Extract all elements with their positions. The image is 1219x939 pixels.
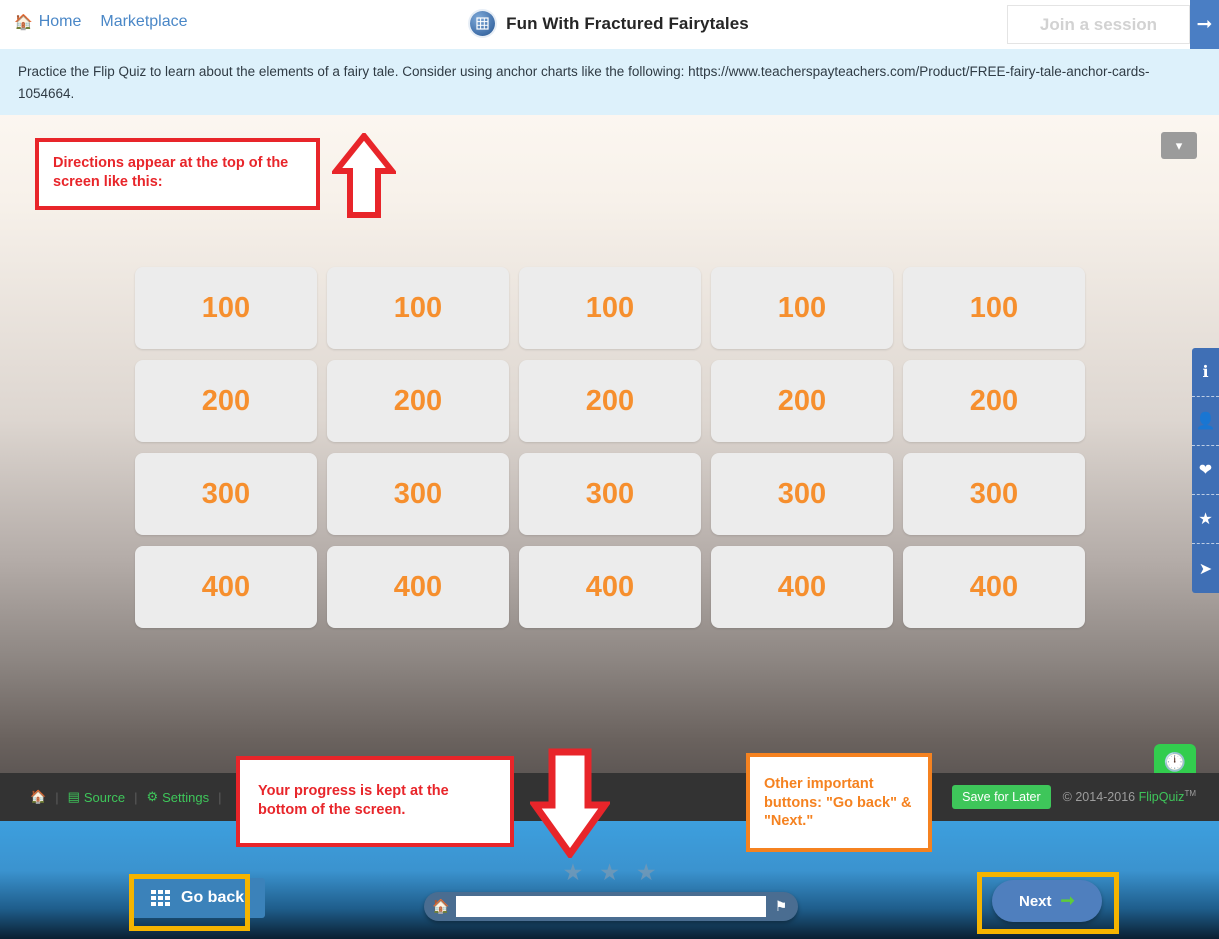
arrow-up-outline-icon: [332, 133, 396, 218]
annotation-buttons: Other important buttons: "Go back" & "Ne…: [746, 753, 932, 852]
toolbar-settings-label: Settings: [162, 789, 210, 805]
top-navbar: 🏠 Home Marketplace Fun With Fractured Fa…: [0, 0, 1219, 49]
save-for-later-button[interactable]: Save for Later: [952, 785, 1051, 809]
progress-track: [456, 896, 766, 917]
star-icon[interactable]: ★: [1192, 495, 1219, 544]
instructions-banner: Practice the Flip Quiz to learn about th…: [0, 49, 1219, 115]
quiz-tile[interactable]: 300: [135, 453, 317, 535]
list-icon: ▤: [67, 789, 80, 804]
heart-icon[interactable]: ❤: [1192, 446, 1219, 495]
share-icon[interactable]: ➤: [1192, 544, 1219, 593]
toolbar-settings-button[interactable]: ⚙ Settings: [146, 789, 209, 805]
annotation-directions: Directions appear at the top of the scre…: [35, 138, 320, 210]
star-icon: ★: [599, 859, 620, 885]
quiz-tile[interactable]: 100: [711, 267, 893, 349]
join-session-input[interactable]: Join a session: [1007, 5, 1190, 44]
quiz-tile[interactable]: 200: [135, 360, 317, 442]
quiz-tile[interactable]: 300: [903, 453, 1085, 535]
progress-bar[interactable]: 🏠 ⚑: [424, 892, 798, 921]
toolbar-separator: |: [55, 789, 59, 805]
toolbar-separator: |: [218, 789, 222, 805]
social-share-rail: ℹ 👤 ❤ ★ ➤: [1192, 348, 1219, 593]
toolbar-separator: |: [134, 789, 138, 805]
trademark-icon: TM: [1184, 789, 1196, 799]
flipquiz-screen: 🏠 Home Marketplace Fun With Fractured Fa…: [0, 0, 1219, 939]
toolbar-source-button[interactable]: ▤ Source: [68, 789, 126, 805]
toolbar-right: Save for Later © 2014-2016 FlipQuizTM: [952, 785, 1196, 809]
quiz-tile[interactable]: 200: [519, 360, 701, 442]
quiz-board: 100 100 100 100 100 200 200 200 200 200 …: [135, 267, 1085, 628]
star-icon: ★: [562, 859, 584, 885]
quiz-tile[interactable]: 100: [903, 267, 1085, 349]
copyright-brand: FlipQuiz: [1138, 790, 1185, 805]
quiz-tile[interactable]: 400: [519, 546, 701, 628]
highlight-go-back: [129, 874, 250, 931]
quiz-tile[interactable]: 300: [519, 453, 701, 535]
chevron-down-icon: ▾: [1175, 137, 1183, 153]
quiz-tile[interactable]: 400: [711, 546, 893, 628]
quiz-tile[interactable]: 300: [711, 453, 893, 535]
arrow-down-outline-icon: [530, 748, 610, 858]
copyright-years: © 2014-2016: [1062, 790, 1139, 805]
home-icon[interactable]: 🏠: [426, 898, 456, 915]
toolbar-source-label: Source: [83, 789, 126, 805]
arrow-right-icon: ➞: [1196, 14, 1213, 35]
join-session-submit-button[interactable]: ➞: [1190, 0, 1219, 49]
quiz-tile[interactable]: 100: [519, 267, 701, 349]
home-icon: 🏠: [30, 789, 47, 804]
highlight-next: [977, 872, 1119, 934]
quiz-tile[interactable]: 100: [327, 267, 509, 349]
flipquiz-logo-icon: [470, 11, 496, 36]
quiz-tile[interactable]: 100: [135, 267, 317, 349]
quiz-tile[interactable]: 400: [135, 546, 317, 628]
collapse-instructions-button[interactable]: ▾: [1161, 132, 1197, 159]
clock-icon: 🕛: [1163, 751, 1187, 772]
flag-icon[interactable]: ⚑: [766, 898, 796, 915]
annotation-progress: Your progress is kept at the bottom of t…: [236, 756, 514, 847]
info-icon[interactable]: ℹ: [1192, 348, 1219, 397]
toolbar-links: 🏠 | ▤ Source | ⚙ Settings |: [30, 789, 222, 805]
quiz-tile[interactable]: 200: [327, 360, 509, 442]
quiz-tile[interactable]: 400: [903, 546, 1085, 628]
gear-icon: ⚙: [146, 789, 159, 804]
quiz-tile[interactable]: 200: [711, 360, 893, 442]
page-title: Fun With Fractured Fairytales: [506, 13, 749, 33]
quiz-tile[interactable]: 400: [327, 546, 509, 628]
copyright-text: © 2014-2016 FlipQuizTM: [1063, 789, 1196, 804]
toolbar-home-button[interactable]: 🏠: [30, 789, 46, 805]
quiz-tile[interactable]: 300: [327, 453, 509, 535]
user-icon[interactable]: 👤: [1192, 397, 1219, 446]
star-icon: ★: [635, 859, 657, 885]
quiz-tile[interactable]: 200: [903, 360, 1085, 442]
